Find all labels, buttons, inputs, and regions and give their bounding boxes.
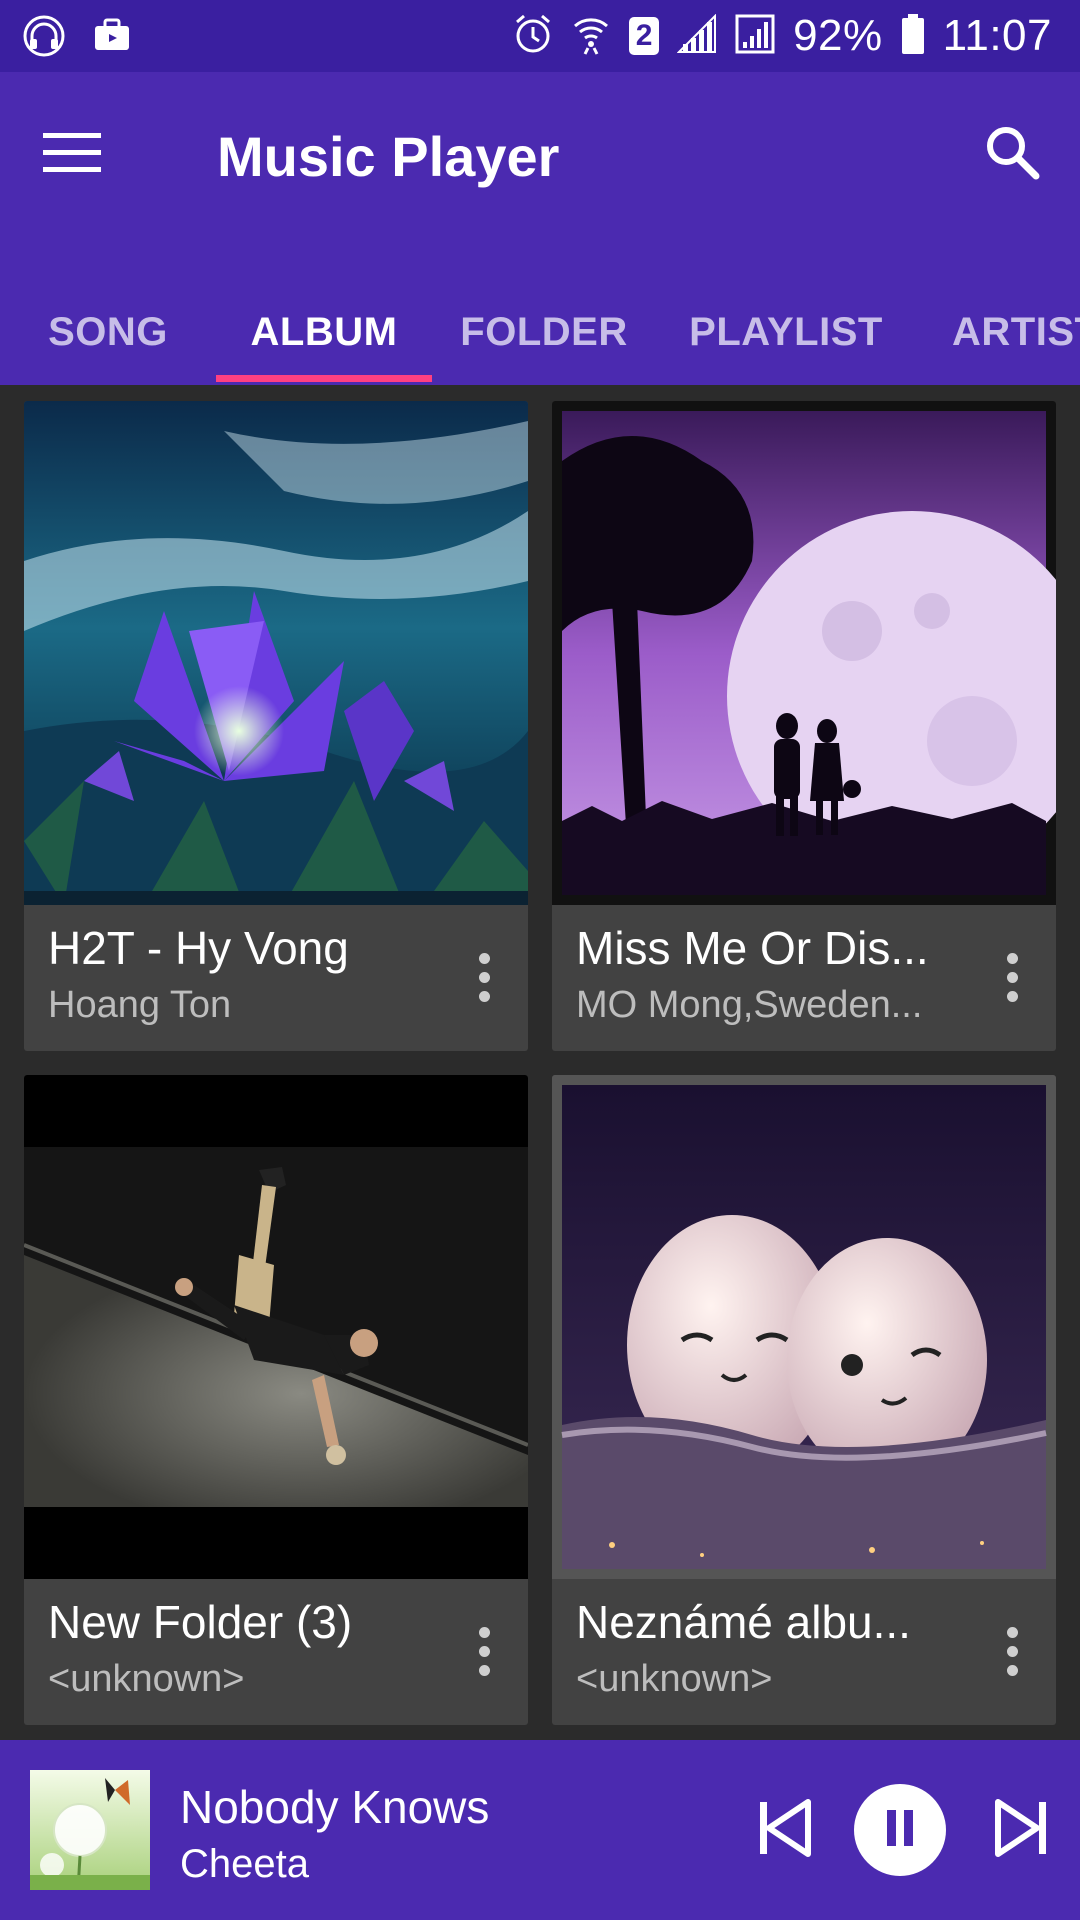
- battery-icon: [901, 12, 925, 61]
- album-art: [552, 1075, 1056, 1579]
- tab-artist[interactable]: ARTIST: [916, 282, 1080, 382]
- status-bar-right-icons: 2 92% 11:07: [513, 8, 1052, 64]
- wifi-icon: [571, 12, 611, 61]
- tab-folder[interactable]: FOLDER: [432, 282, 656, 382]
- album-artist: Hoang Ton: [48, 984, 232, 1026]
- more-vert-icon-dot: [1006, 990, 1018, 1002]
- skip-next-icon: [992, 1798, 1052, 1863]
- alarm-icon: [513, 12, 553, 61]
- app-title: Music Player: [217, 125, 560, 188]
- now-playing-title: Nobody Knows: [180, 1781, 490, 1833]
- more-vert-icon-dot: [478, 1645, 490, 1657]
- more-vert-icon-dot: [478, 1664, 490, 1676]
- more-vert-icon: [1006, 1626, 1018, 1638]
- album-artist: <unknown>: [576, 1658, 773, 1700]
- search-button[interactable]: [970, 112, 1054, 196]
- status-bar-left-icons: [22, 14, 132, 63]
- more-vert-icon: [1006, 952, 1018, 964]
- more-options-button[interactable]: [462, 1615, 506, 1687]
- more-vert-icon-dot: [478, 971, 490, 983]
- clock: 11:07: [942, 11, 1052, 60]
- album-title: New Folder (3): [48, 1596, 353, 1648]
- hamburger-menu-icon: [43, 131, 101, 178]
- skip-previous-icon: [754, 1798, 814, 1863]
- album-card[interactable]: H2T - Hy Vong Hoang Ton: [24, 401, 528, 1051]
- album-artist: <unknown>: [48, 1658, 245, 1700]
- more-options-button[interactable]: [990, 941, 1034, 1013]
- tab-song[interactable]: SONG: [0, 282, 216, 382]
- tab-album[interactable]: ALBUM: [216, 282, 432, 382]
- eggs-smiling-artwork: [552, 1075, 1056, 1579]
- more-options-button[interactable]: [990, 1615, 1034, 1687]
- breakdancer-photo: [24, 1075, 528, 1579]
- headphones-music-icon: [22, 14, 66, 63]
- now-playing-art[interactable]: [30, 1770, 150, 1890]
- more-vert-icon-dot: [1006, 1664, 1018, 1676]
- album-art: [24, 401, 528, 905]
- moon-couple-silhouette-artwork: [552, 401, 1056, 905]
- signal-icon: [735, 14, 775, 59]
- album-title: Miss Me Or Dis...: [576, 922, 929, 974]
- fantasy-flower-artwork: [24, 401, 528, 905]
- album-artist: MO Mong,Sweden...: [576, 984, 923, 1026]
- album-title: H2T - Hy Vong: [48, 922, 349, 974]
- tab-playlist[interactable]: PLAYLIST: [656, 282, 916, 382]
- more-vert-icon-dot: [478, 990, 490, 1002]
- app-bar: Music Player SONG ALBUM FOLDER PLAYLIST …: [0, 72, 1080, 385]
- menu-button[interactable]: [30, 112, 114, 196]
- album-art: [552, 401, 1056, 905]
- more-vert-icon-dot: [1006, 971, 1018, 983]
- more-options-button[interactable]: [462, 941, 506, 1013]
- album-grid: H2T - Hy Vong Hoang Ton Miss Me Or Dis..…: [0, 385, 1080, 1740]
- dandelion-butterfly-artwork: [30, 1770, 150, 1890]
- sim-badge: 2: [629, 17, 660, 55]
- more-vert-icon: [478, 952, 490, 964]
- more-vert-icon: [478, 1626, 490, 1638]
- more-vert-icon-dot: [1006, 1645, 1018, 1657]
- pause-button[interactable]: [854, 1784, 946, 1876]
- tab-indicator: [216, 375, 432, 382]
- next-button[interactable]: [982, 1790, 1062, 1870]
- album-card[interactable]: Neznámé albu... <unknown>: [552, 1075, 1056, 1725]
- album-title: Neznámé albu...: [576, 1596, 911, 1648]
- cast-icon: [92, 16, 132, 61]
- battery-percent: 92%: [793, 11, 883, 60]
- album-card[interactable]: New Folder (3) <unknown>: [24, 1075, 528, 1725]
- album-card[interactable]: Miss Me Or Dis... MO Mong,Sweden...: [552, 401, 1056, 1051]
- pause-icon: [883, 1808, 917, 1853]
- search-icon: [983, 123, 1041, 186]
- status-bar: 2 92% 11:07: [0, 0, 1080, 72]
- previous-button[interactable]: [744, 1790, 824, 1870]
- album-art: [24, 1075, 528, 1579]
- signal-icon: [676, 13, 717, 59]
- now-playing-bar[interactable]: Nobody Knows Cheeta: [0, 1740, 1080, 1920]
- now-playing-artist: Cheeta: [180, 1842, 309, 1886]
- tab-bar: SONG ALBUM FOLDER PLAYLIST ARTIST: [0, 282, 1080, 382]
